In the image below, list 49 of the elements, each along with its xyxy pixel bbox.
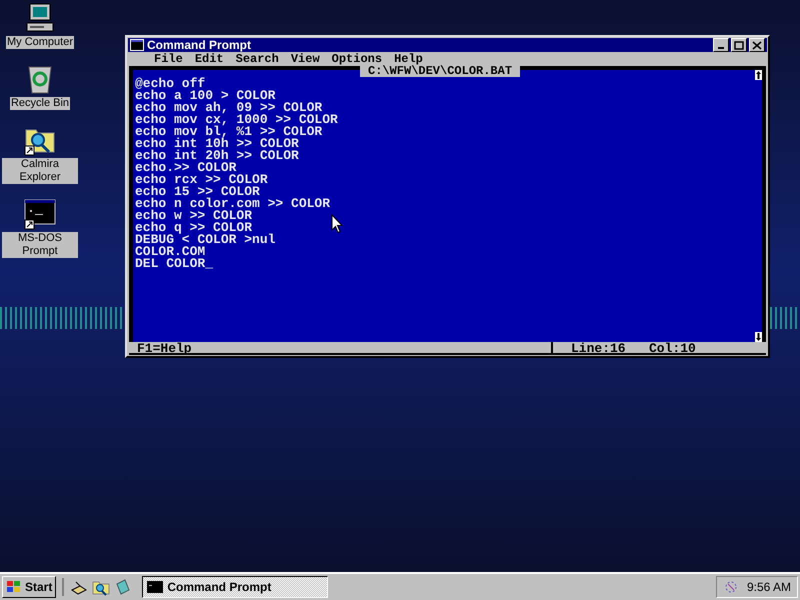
scroll-down-arrow-icon[interactable]: [754, 332, 762, 342]
code-line: echo 15 >> COLOR: [135, 186, 260, 198]
maximize-button[interactable]: [731, 38, 747, 52]
desktop-icon-label[interactable]: My Computer: [6, 36, 74, 49]
code-line: echo q >> COLOR: [135, 222, 252, 234]
desktop-icon-label[interactable]: Calmira Explorer: [2, 158, 78, 184]
menu-item[interactable]: Edit: [194, 52, 224, 66]
close-icon: [752, 40, 762, 50]
code-line: @echo off: [135, 78, 206, 90]
code-line: COLOR.COM: [135, 246, 206, 258]
taskbar-task-button[interactable]: Command Prompt: [142, 576, 328, 598]
menu-item[interactable]: Options: [332, 52, 382, 66]
code-line: echo mov ah, 09 >> COLOR: [135, 102, 322, 114]
menu-item[interactable]: Search: [236, 52, 279, 66]
scroll-up-arrow-icon[interactable]: [754, 70, 762, 80]
desktop-icon-label[interactable]: Recycle Bin: [10, 97, 70, 110]
code-line: DEL COLOR_: [135, 258, 214, 270]
computer-icon: [24, 2, 56, 34]
code-line: echo int 20h >> COLOR: [135, 150, 299, 162]
code-line: echo int 10h >> COLOR: [135, 138, 299, 150]
code-line: echo mov cx, 1000 >> COLOR: [135, 114, 338, 126]
help-hint: F1=Help: [129, 342, 553, 353]
code-line: echo w >> COLOR: [135, 210, 252, 222]
windows-flag-icon: [6, 580, 22, 594]
file-path-title: C:\WFW\DEV\COLOR.BAT: [360, 66, 520, 77]
column-indicator: Col:10: [649, 342, 696, 353]
start-button[interactable]: Start: [2, 576, 56, 598]
close-button[interactable]: [749, 38, 765, 52]
code-line: echo rcx >> COLOR: [135, 174, 268, 186]
code-line: echo n color.com >> COLOR: [135, 198, 330, 210]
console-window-icon: [24, 198, 56, 230]
menu-item[interactable]: View: [290, 52, 320, 66]
line-indicator: Line:16: [570, 342, 627, 353]
mouse-pointer-icon: [331, 214, 343, 234]
minimize-icon: [718, 47, 724, 49]
menu-item[interactable]: Help: [394, 52, 423, 66]
console-window-icon: [130, 39, 144, 51]
desktop-icon-label[interactable]: MS-DOS Prompt: [2, 232, 78, 258]
tray-icon[interactable]: [722, 579, 739, 595]
window-title: Command Prompt: [147, 38, 252, 52]
code-line: echo a 100 > COLOR: [135, 90, 276, 102]
menu-item[interactable]: File: [154, 52, 183, 66]
clock: 9:56 AM: [746, 579, 791, 596]
console-window-icon: [147, 581, 164, 593]
minimize-button[interactable]: [713, 38, 729, 52]
code-line: echo.>> COLOR: [135, 162, 236, 174]
code-line: echo mov bl, %1 >> COLOR: [135, 126, 322, 138]
maximize-icon: [734, 40, 744, 50]
code-line: DEBUG < COLOR >nul: [135, 234, 276, 246]
